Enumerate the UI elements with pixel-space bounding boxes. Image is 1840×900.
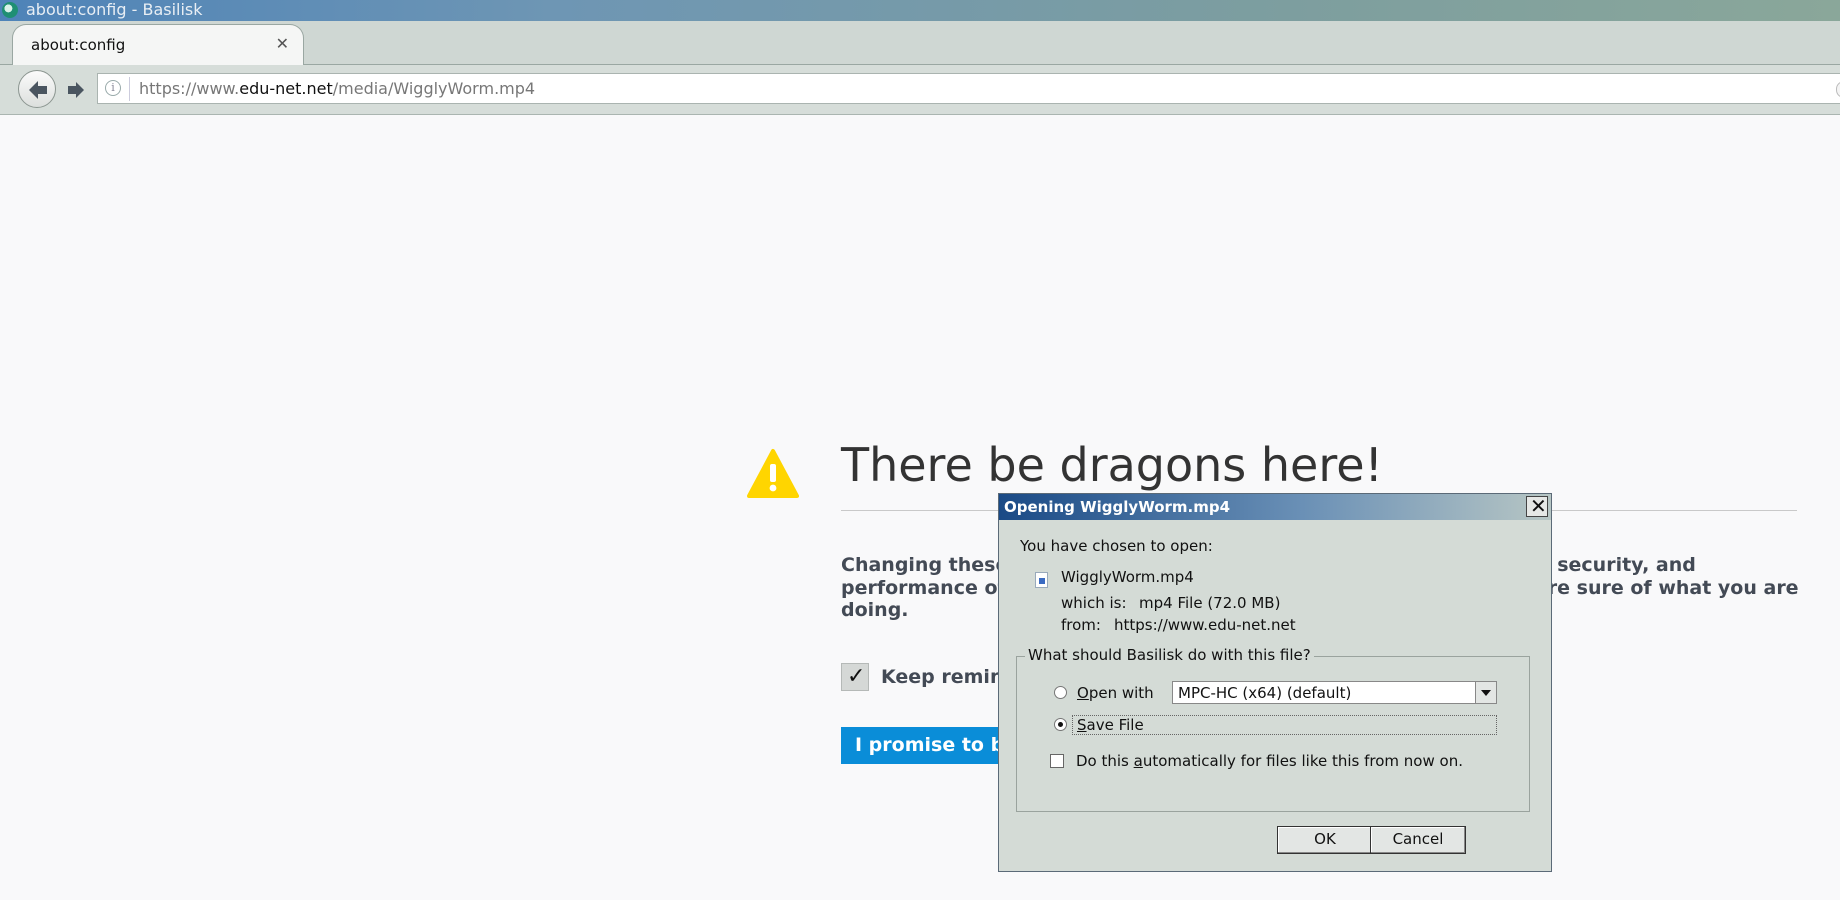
- which-is-label: which is:: [1061, 594, 1127, 612]
- open-with-label: Open with: [1077, 684, 1154, 702]
- back-button[interactable]: [18, 70, 56, 108]
- navigation-toolbar: i https://www.edu-net.net/media/WigglyWo…: [0, 65, 1840, 115]
- ok-button[interactable]: OK: [1277, 826, 1373, 854]
- open-with-app-select[interactable]: MPC-HC (x64) (default): [1172, 681, 1497, 704]
- site-info-icon[interactable]: i: [105, 80, 121, 96]
- from-label: from:: [1061, 616, 1101, 634]
- download-dialog: Opening WigglyWorm.mp4 ✕ You have chosen…: [998, 493, 1552, 872]
- chosen-to-open-label: You have chosen to open:: [1020, 537, 1213, 555]
- window-title-bar: about:config - Basilisk: [0, 0, 1840, 21]
- dialog-title: Opening WigglyWorm.mp4: [1004, 498, 1231, 516]
- auto-action-checkbox[interactable]: [1050, 754, 1064, 768]
- file-type-value: mp4 File (72.0 MB): [1139, 594, 1281, 612]
- url-path: /media/WigglyWorm.mp4: [332, 79, 536, 98]
- tab-strip: about:config ✕: [0, 21, 1840, 65]
- url-domain: edu-net.net: [239, 79, 333, 98]
- open-with-radio[interactable]: [1054, 686, 1067, 699]
- close-tab-icon[interactable]: ✕: [276, 34, 289, 53]
- from-value: https://www.edu-net.net: [1114, 616, 1296, 634]
- video-file-icon: [1035, 572, 1048, 588]
- dropdown-arrow-icon[interactable]: [1475, 682, 1496, 703]
- dialog-close-button[interactable]: ✕: [1526, 494, 1548, 518]
- cancel-button[interactable]: Cancel: [1370, 826, 1466, 854]
- window-title: about:config - Basilisk: [26, 0, 203, 19]
- checkmark-icon: ✓: [847, 664, 866, 689]
- auto-action-label: Do this automatically for files like thi…: [1076, 752, 1463, 770]
- keep-reminding-checkbox[interactable]: ✓: [841, 663, 869, 691]
- url-separator: [129, 77, 130, 101]
- close-icon: ✕: [1530, 494, 1547, 518]
- groupbox-label: What should Basilisk do with this file?: [1025, 646, 1314, 664]
- save-file-radio[interactable]: [1054, 718, 1067, 731]
- save-file-focus-box[interactable]: Save File: [1072, 715, 1497, 735]
- save-file-label: Save File: [1077, 716, 1144, 734]
- forward-button[interactable]: [60, 77, 90, 103]
- url-bar[interactable]: i https://www.edu-net.net/media/WigglyWo…: [97, 73, 1840, 104]
- warning-icon: [747, 449, 799, 498]
- forward-arrow-icon: [68, 82, 84, 98]
- url-text[interactable]: https://www.edu-net.net/media/WigglyWorm…: [139, 79, 535, 98]
- tab-about-config[interactable]: about:config ✕: [12, 24, 304, 65]
- url-prefix: https://www.: [139, 79, 240, 98]
- url-bar-badge[interactable]: [1836, 81, 1840, 98]
- back-arrow-icon: [29, 81, 47, 99]
- tab-label: about:config: [31, 36, 126, 54]
- page-heading: There be dragons here!: [841, 438, 1383, 492]
- action-groupbox: What should Basilisk do with this file? …: [1016, 646, 1530, 812]
- open-with-app-value: MPC-HC (x64) (default): [1178, 684, 1352, 702]
- basilisk-logo-icon: [2, 2, 18, 18]
- dialog-title-bar: Opening WigglyWorm.mp4 ✕: [999, 494, 1551, 520]
- file-name: WigglyWorm.mp4: [1061, 568, 1194, 586]
